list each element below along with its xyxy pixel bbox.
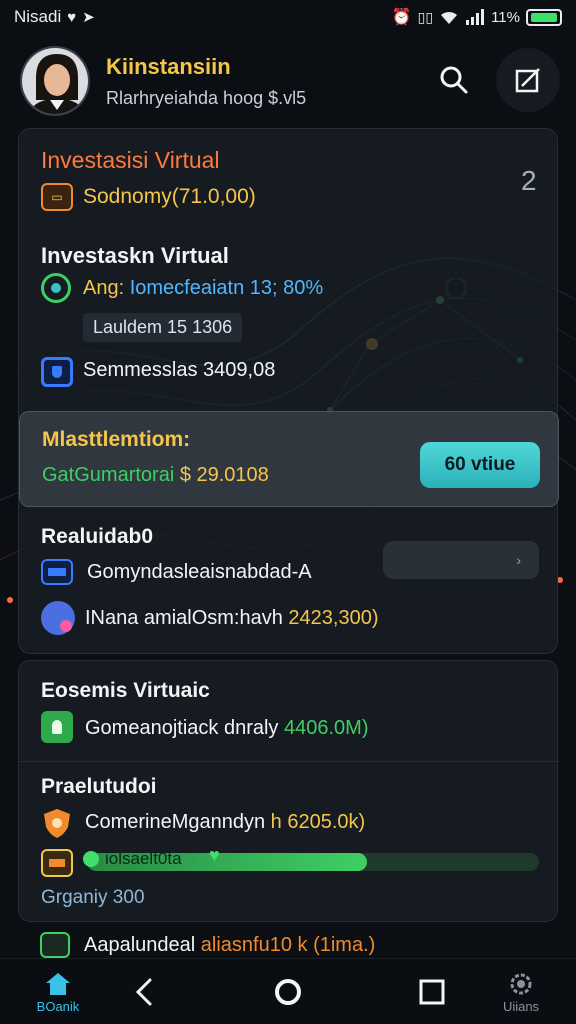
partial-text: Aapalundeal aliasnfu10 k (1ima.) [84,934,375,957]
nav-recents[interactable] [402,959,462,1024]
gear-icon [510,973,532,994]
progress-dot [83,851,99,867]
summary-row: Semmesslas 3409,08 [83,359,276,381]
edit-icon [515,68,540,93]
progress-label: iolsaelt0ta [105,849,182,868]
edit-button[interactable] [496,48,560,112]
shield-badge-icon [41,807,73,839]
status-bar: Nisadi ♥ ➤ ⏰ ▯▯ 11% [0,0,576,34]
section-title: Investaskn Virtual [41,243,229,268]
status-left: Nisadi ♥ ➤ [14,7,95,27]
avatar-portrait [22,48,88,114]
cell-signal-icon [466,9,485,25]
image-icon [41,849,73,877]
heart-icon: ♥ [67,8,77,26]
battery-percent: 11% [491,8,520,26]
vibrate-icon: ▯▯ [417,8,434,25]
nav-back[interactable] [116,959,172,1024]
status-right: ⏰ ▯▯ 11% [392,7,562,27]
shield-icon [41,357,73,387]
economics-value: 4406.0M) [283,717,369,739]
nav-home-label: BOanik [36,998,80,1014]
recents-icon [419,979,445,1005]
box-icon [40,932,70,958]
economics-card: Eosemis Virtuaic Gomeanojtiack dnraly 44… [18,660,559,922]
quantity-row: Grganiy 300 [41,887,145,908]
target-icon [41,273,71,303]
card2-title: Eosemis Virtuaic [41,679,210,702]
practice-value: h 6205.0k) [270,811,366,833]
value-badge: Lauldem 15 1306 [83,313,243,342]
practice-title: Praelutudoi [41,775,157,798]
user-subtitle: Rlarhryeiahda hoog $.vl5 [106,88,307,108]
back-icon [135,978,152,1006]
highlight-text-green: GatGumartorai [42,464,180,486]
highlight-title: Mlasttlemtiom: [42,428,191,451]
asset-value: 2423,300) [288,607,379,629]
asset-row: INana amialOsm:havh 2423,300) [85,607,379,630]
highlight-panel: Mlasttlemtiom: GatGumartorai $ 29.0108 6… [19,411,559,507]
battery-icon [526,8,562,26]
economics-text: Gomeanojtiack dnraly [85,717,284,739]
economics-row: Gomeanojtiack dnraly 4406.0M) [85,717,368,740]
allocation-prefix: Ang: [83,277,130,299]
avatar[interactable] [20,46,90,116]
asset-text: INana amialOsm:havh [85,607,289,629]
wallet-icon: ▭ [41,183,73,211]
monitor-icon [41,559,73,585]
allocation-row: Ang: Iomecfeaiatn 13; 80% [83,277,323,300]
wifi-icon [441,11,458,24]
status-left-text: Nisadi [14,7,62,26]
chevron-right-icon: › [516,552,521,568]
user-name: Kiinstansiin [106,54,231,79]
expand-dropdown[interactable]: › [383,541,539,579]
user-badge-icon [41,711,73,743]
search-icon [440,66,468,94]
signal-arrow-icon: ➤ [82,9,95,26]
home-icon [46,972,70,995]
balance-row: Sodnomy(71.0,00) [83,185,256,208]
highlight-value: $ 29.0108 [179,464,269,486]
puzzle-icon [41,601,75,635]
highlight-text: GatGumartorai $ 29.0108 [42,464,269,487]
partial-row: Aapalundeal aliasnfu10 k (1ima.) [18,930,558,960]
alarm-icon: ⏰ [391,9,412,26]
practice-row: ComerineMganndyn h 6205.0k) [85,811,365,834]
partial-label: Aapalundeal [84,934,201,956]
search-button[interactable] [422,48,486,112]
practice-text: ComerineMganndyn [85,811,271,833]
home-circle-icon [275,979,301,1005]
report-row: Gomyndasleaisnabdad-A [87,561,312,583]
heart-icon: ♥ [209,845,220,865]
nav-settings[interactable]: Uiians [486,959,556,1024]
investment-card: Investasisi Virtual 2 ▭ Sodnomy(71.0,00)… [18,128,559,654]
card-count: 2 [521,165,537,196]
partial-value: aliasnfu10 k (1ima.) [200,934,376,956]
nav-home[interactable]: BOanik [20,959,96,1024]
profile-header: Kiinstansiin Rlarhryeiahda hoog $.vl5 [0,42,576,122]
virtual-action-button[interactable]: 60 vtiue [420,442,540,488]
allocation-text: Iomecfeaiatn 13; 80% [129,277,324,299]
bottom-navigation: BOanik Uiians [0,958,576,1024]
divider [19,761,559,762]
nav-home-circle[interactable] [258,959,318,1024]
nav-settings-label: Uiians [502,998,540,1014]
section2-title: Realuidab0 [41,525,154,548]
card-title: Investasisi Virtual [41,147,220,173]
